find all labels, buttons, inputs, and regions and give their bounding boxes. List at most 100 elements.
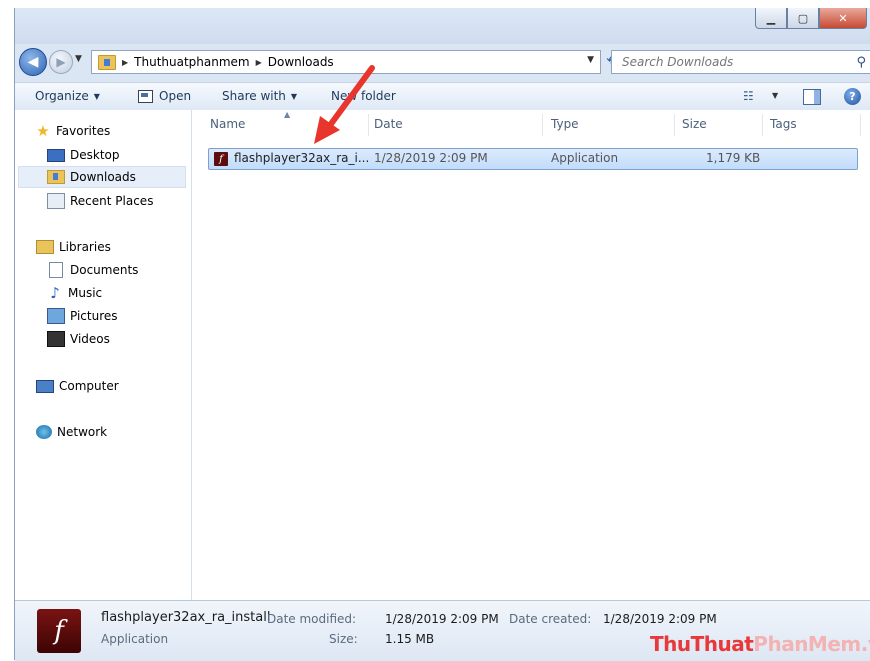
column-divider[interactable] bbox=[860, 114, 861, 136]
music-note-icon: ♪ bbox=[50, 284, 60, 302]
new-folder-label: New folder bbox=[331, 89, 396, 103]
sidebar-item-network[interactable]: Network bbox=[36, 421, 107, 443]
navigation-pane: ★ Favorites Desktop Downloads Recent Plac… bbox=[15, 110, 192, 600]
organize-button[interactable]: Organize ▼ bbox=[35, 89, 100, 103]
file-type: Application bbox=[551, 151, 619, 165]
sidebar-item-pictures[interactable]: Pictures bbox=[47, 305, 118, 327]
chevron-down-icon[interactable]: ▼ bbox=[772, 91, 778, 100]
sidebar-item-label: Recent Places bbox=[70, 194, 154, 208]
chevron-down-icon: ▼ bbox=[93, 91, 100, 101]
view-details-icon[interactable]: ☷ bbox=[743, 89, 754, 103]
breadcrumb-downloads[interactable]: Downloads bbox=[268, 55, 334, 69]
explorer-window: ▁ ▢ ✕ ◀ ▶ ▼ ▶ Thuthuatphanmem ▶ Download… bbox=[14, 8, 870, 661]
search-box[interactable]: ⚲ bbox=[611, 50, 870, 74]
share-with-button[interactable]: Share with ▼ bbox=[222, 89, 297, 103]
file-row[interactable]: f flashplayer32ax_ra_i... 1/28/2019 2:09… bbox=[208, 148, 858, 170]
navigation-bar: ◀ ▶ ▼ ▶ Thuthuatphanmem ▶ Downloads ▼ ⟲ … bbox=[15, 44, 870, 76]
sidebar-item-libraries[interactable]: Libraries bbox=[36, 236, 111, 258]
sidebar-item-favorites[interactable]: ★ Favorites bbox=[35, 120, 110, 142]
maximize-button[interactable]: ▢ bbox=[787, 8, 819, 29]
sidebar-item-label: Documents bbox=[70, 263, 139, 277]
column-header-name[interactable]: Name bbox=[210, 110, 245, 138]
network-globe-icon bbox=[36, 425, 52, 439]
share-with-label: Share with bbox=[222, 89, 286, 103]
sidebar-item-downloads[interactable]: Downloads bbox=[18, 166, 186, 188]
new-folder-button[interactable]: New folder bbox=[331, 89, 396, 103]
libraries-icon bbox=[36, 240, 54, 254]
address-bar[interactable]: ▶ Thuthuatphanmem ▶ Downloads ▼ bbox=[91, 50, 601, 74]
sidebar-item-videos[interactable]: Videos bbox=[47, 328, 110, 350]
help-icon[interactable]: ? bbox=[844, 88, 861, 105]
details-kind: Application bbox=[101, 632, 169, 646]
date-modified-label: Date modified: bbox=[267, 612, 357, 626]
open-label: Open bbox=[159, 89, 192, 103]
chevron-right-icon[interactable]: ▶ bbox=[256, 58, 262, 67]
watermark-logo: ThuThuatPhanMem.vn bbox=[650, 632, 870, 656]
date-created-label: Date created: bbox=[509, 612, 592, 626]
column-divider[interactable] bbox=[368, 114, 369, 136]
recent-pages-dropdown[interactable]: ▼ bbox=[75, 54, 82, 64]
sidebar-item-label: Desktop bbox=[70, 148, 120, 162]
video-film-icon bbox=[47, 331, 65, 347]
sidebar-item-desktop[interactable]: Desktop bbox=[47, 144, 120, 166]
sidebar-item-label: Downloads bbox=[70, 170, 136, 184]
chevron-down-icon[interactable]: ▼ bbox=[587, 55, 594, 65]
search-input[interactable] bbox=[620, 54, 844, 70]
arrow-left-icon: ◀ bbox=[27, 54, 39, 70]
breadcrumb-thuthuatphanmem[interactable]: Thuthuatphanmem bbox=[134, 55, 249, 69]
column-header-type[interactable]: Type bbox=[551, 110, 579, 138]
size-value: 1.15 MB bbox=[385, 632, 435, 646]
size-label: Size: bbox=[329, 632, 358, 646]
sidebar-item-label: Music bbox=[68, 286, 103, 300]
back-button[interactable]: ◀ bbox=[19, 48, 47, 76]
sort-ascending-icon: ▲ bbox=[284, 110, 291, 119]
sidebar-item-label: Network bbox=[57, 425, 108, 439]
column-divider[interactable] bbox=[762, 114, 763, 136]
preview-pane-icon[interactable] bbox=[803, 89, 821, 105]
search-icon[interactable]: ⚲ bbox=[856, 55, 866, 70]
organize-label: Organize bbox=[35, 89, 89, 103]
title-bar: ▁ ▢ ✕ bbox=[15, 8, 870, 44]
forward-button[interactable]: ▶ bbox=[49, 50, 73, 74]
sidebar-item-label: Videos bbox=[70, 332, 110, 346]
file-list: ▲ Name Date Type Size Tags f flashplayer… bbox=[192, 110, 870, 600]
flash-installer-icon: f bbox=[37, 609, 81, 653]
file-size: 1,179 KB bbox=[706, 151, 761, 165]
window-controls: ▁ ▢ ✕ bbox=[755, 8, 867, 30]
column-header-size[interactable]: Size bbox=[682, 110, 707, 138]
chevron-down-icon: ▼ bbox=[290, 91, 298, 101]
arrow-right-icon: ▶ bbox=[56, 55, 66, 69]
desktop-icon bbox=[47, 148, 65, 162]
watermark-part2: PhanMem.vn bbox=[753, 632, 870, 656]
minimize-button[interactable]: ▁ bbox=[755, 8, 787, 29]
sidebar-item-recent-places[interactable]: Recent Places bbox=[47, 190, 153, 212]
sidebar-item-computer[interactable]: Computer bbox=[36, 375, 119, 397]
column-divider[interactable] bbox=[674, 114, 675, 136]
recent-places-icon bbox=[47, 193, 65, 209]
sidebar-item-label: Computer bbox=[59, 379, 119, 393]
command-toolbar: Organize ▼ Open Share with ▼ New folder ☷ … bbox=[15, 82, 870, 112]
sidebar-item-documents[interactable]: Documents bbox=[47, 259, 138, 281]
sidebar-item-label: Pictures bbox=[70, 309, 118, 323]
flash-installer-icon: f bbox=[214, 152, 228, 166]
star-icon: ★ bbox=[36, 122, 50, 140]
date-created-value: 1/28/2019 2:09 PM bbox=[603, 612, 717, 626]
details-filename: flashplayer32ax_ra_install bbox=[101, 610, 271, 625]
column-divider[interactable] bbox=[542, 114, 543, 136]
computer-icon bbox=[36, 379, 54, 393]
column-header-tags[interactable]: Tags bbox=[770, 110, 797, 138]
column-header-date[interactable]: Date bbox=[374, 110, 403, 138]
pictures-icon bbox=[47, 308, 65, 324]
application-window-icon bbox=[138, 89, 153, 103]
document-icon bbox=[49, 262, 63, 278]
sidebar-item-music[interactable]: ♪ Music bbox=[47, 282, 102, 304]
watermark-part1: ThuThuat bbox=[650, 632, 754, 656]
open-button[interactable]: Open bbox=[138, 89, 191, 103]
chevron-right-icon[interactable]: ▶ bbox=[122, 58, 128, 67]
close-button[interactable]: ✕ bbox=[819, 8, 867, 29]
downloads-folder-icon bbox=[98, 54, 116, 70]
sidebar-item-label: Favorites bbox=[56, 124, 111, 138]
sidebar-item-label: Libraries bbox=[59, 240, 111, 254]
downloads-folder-icon bbox=[47, 170, 65, 184]
file-name[interactable]: flashplayer32ax_ra_i... bbox=[234, 151, 369, 165]
